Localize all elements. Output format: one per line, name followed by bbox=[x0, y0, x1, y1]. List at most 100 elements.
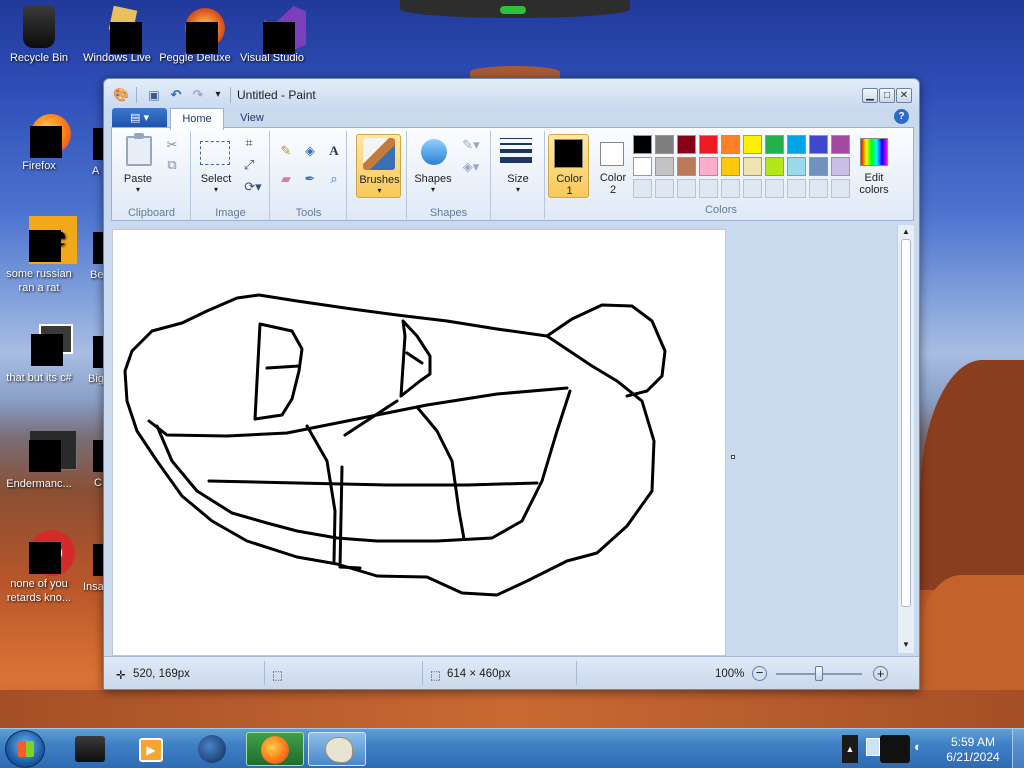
some-russian-icon[interactable]: e some russian ran a rat bbox=[1, 216, 77, 295]
hidden-icon[interactable] bbox=[93, 544, 103, 576]
drawing-canvas[interactable] bbox=[112, 229, 726, 656]
color1-button[interactable]: Color 1 bbox=[548, 134, 589, 198]
help-icon[interactable]: ? bbox=[894, 109, 909, 124]
tray-app-icon[interactable] bbox=[880, 735, 910, 763]
that-but-csharp-icon[interactable]: that but its c# bbox=[1, 324, 77, 385]
size-button[interactable]: Size ▾ bbox=[496, 134, 540, 198]
eraser-icon[interactable]: ▰ bbox=[275, 169, 297, 189]
custom-color-slot[interactable] bbox=[809, 179, 828, 198]
color-picker-icon[interactable]: ✒ bbox=[299, 169, 321, 189]
endermanch-icon[interactable]: Endermanc... bbox=[1, 430, 77, 491]
color-swatch[interactable] bbox=[831, 135, 850, 154]
start-button[interactable] bbox=[5, 730, 45, 768]
windows-live-icon[interactable]: Windows Live bbox=[79, 5, 155, 65]
scroll-up-icon[interactable]: ▲ bbox=[898, 227, 914, 236]
color-swatch[interactable] bbox=[655, 157, 674, 176]
pencil-icon[interactable]: ✎ bbox=[275, 141, 297, 161]
canvas-resize-handle-right[interactable] bbox=[731, 455, 735, 459]
color-swatch[interactable] bbox=[633, 135, 652, 154]
color2-button[interactable]: Color 2 bbox=[593, 134, 633, 198]
color-swatch[interactable] bbox=[721, 157, 740, 176]
clock[interactable]: 5:59 AM 6/21/2024 bbox=[940, 735, 1006, 765]
color-swatch[interactable] bbox=[721, 135, 740, 154]
tray-network-icon[interactable]: ◐ bbox=[914, 739, 930, 755]
custom-color-slot[interactable] bbox=[633, 179, 652, 198]
redo-icon[interactable]: ↷ bbox=[190, 87, 206, 103]
cut-icon[interactable]: ✂ bbox=[161, 135, 183, 155]
paste-button[interactable]: Paste ▾ bbox=[116, 133, 160, 195]
color-swatch[interactable] bbox=[787, 135, 806, 154]
paint-app-icon[interactable]: 🎨 bbox=[113, 87, 129, 103]
copy-icon[interactable]: ⧉ bbox=[161, 155, 183, 175]
visual-studio-icon[interactable]: Visual Studio bbox=[234, 6, 310, 65]
tab-view[interactable]: View bbox=[232, 108, 272, 128]
title-bar[interactable]: 🎨 ▣ ↶ ↷ ▾ Untitled - Paint ▁ □ ✕ bbox=[104, 79, 919, 111]
select-button[interactable]: Select ▾ bbox=[194, 133, 238, 195]
recycle-bin-icon[interactable]: Recycle Bin bbox=[1, 6, 77, 65]
resize-icon[interactable]: ⤢ bbox=[238, 155, 260, 175]
color-swatch[interactable] bbox=[809, 135, 828, 154]
customize-quick-access-icon[interactable]: ▾ bbox=[210, 87, 226, 103]
save-icon[interactable]: ▣ bbox=[146, 87, 162, 103]
color-swatch[interactable] bbox=[699, 135, 718, 154]
color-swatch[interactable] bbox=[677, 157, 696, 176]
hidden-icon[interactable] bbox=[93, 336, 103, 368]
peggle-deluxe-icon[interactable]: Peggle Deluxe bbox=[157, 6, 233, 65]
fill-shape-icon[interactable]: ◈▾ bbox=[457, 157, 485, 177]
maximize-button[interactable]: □ bbox=[879, 88, 895, 103]
file-menu-button[interactable]: ▤ ▾ bbox=[112, 108, 167, 128]
vertical-scrollbar[interactable]: ▲ ▼ bbox=[897, 225, 914, 653]
zoom-out-button[interactable]: − bbox=[752, 666, 767, 681]
custom-color-slot[interactable] bbox=[677, 179, 696, 198]
color-swatch[interactable] bbox=[831, 157, 850, 176]
show-hidden-icons-button[interactable]: ▲ bbox=[842, 735, 858, 763]
custom-color-slot[interactable] bbox=[831, 179, 850, 198]
magnifier-icon[interactable]: ⌕ bbox=[323, 169, 345, 189]
firefox-icon[interactable]: Firefox bbox=[1, 112, 77, 173]
color-swatch[interactable] bbox=[677, 135, 696, 154]
show-desktop-button[interactable] bbox=[1012, 729, 1024, 768]
tab-home[interactable]: Home bbox=[170, 108, 224, 130]
paint-window[interactable]: 🎨 ▣ ↶ ↷ ▾ Untitled - Paint ▁ □ ✕ ▤ ▾ Hom… bbox=[103, 78, 920, 690]
minimize-button[interactable]: ▁ bbox=[862, 88, 878, 103]
hidden-icon[interactable] bbox=[93, 232, 103, 264]
color-swatch[interactable] bbox=[765, 157, 784, 176]
zoom-in-button[interactable]: + bbox=[873, 666, 888, 681]
custom-color-slot[interactable] bbox=[743, 179, 762, 198]
brushes-button[interactable]: Brushes ▾ bbox=[356, 134, 401, 198]
undo-icon[interactable]: ↶ bbox=[168, 87, 184, 103]
taskbar-app-firefox[interactable] bbox=[246, 732, 304, 766]
shapes-button[interactable]: Shapes ▾ bbox=[411, 133, 455, 195]
fill-icon[interactable]: ◈ bbox=[299, 141, 321, 161]
color-swatch[interactable] bbox=[633, 157, 652, 176]
edit-colors-button[interactable]: Edit colors bbox=[854, 134, 894, 198]
outline-icon[interactable]: ✎▾ bbox=[457, 135, 485, 155]
crop-icon[interactable]: ⌗ bbox=[238, 133, 260, 153]
zoom-slider-thumb[interactable] bbox=[815, 666, 823, 681]
scroll-thumb[interactable] bbox=[901, 239, 911, 607]
taskbar-app-media-player[interactable]: ▶ bbox=[122, 732, 180, 766]
color-swatch[interactable] bbox=[787, 157, 806, 176]
color-swatch[interactable] bbox=[743, 135, 762, 154]
text-icon[interactable]: A bbox=[323, 141, 345, 161]
none-of-you-icon[interactable]: none of you retards kno... bbox=[1, 530, 77, 605]
custom-color-slot[interactable] bbox=[787, 179, 806, 198]
custom-color-slot[interactable] bbox=[699, 179, 718, 198]
color-swatch[interactable] bbox=[765, 135, 784, 154]
tray-device-icon[interactable] bbox=[866, 738, 880, 756]
color-swatch[interactable] bbox=[699, 157, 718, 176]
color-swatch[interactable] bbox=[809, 157, 828, 176]
color-swatch[interactable] bbox=[743, 157, 762, 176]
hidden-icon[interactable] bbox=[93, 440, 103, 472]
taskbar-app-paint[interactable] bbox=[308, 732, 366, 766]
hidden-icon[interactable] bbox=[93, 128, 103, 160]
rotate-icon[interactable]: ⟳▾ bbox=[238, 177, 268, 197]
custom-color-slot[interactable] bbox=[655, 179, 674, 198]
custom-color-slot[interactable] bbox=[721, 179, 740, 198]
color-swatch[interactable] bbox=[655, 135, 674, 154]
taskbar-app-explorer[interactable] bbox=[60, 732, 118, 766]
close-button[interactable]: ✕ bbox=[896, 88, 912, 103]
taskbar-app-globe[interactable] bbox=[184, 732, 242, 766]
scroll-down-icon[interactable]: ▼ bbox=[898, 640, 914, 649]
custom-color-slot[interactable] bbox=[765, 179, 784, 198]
